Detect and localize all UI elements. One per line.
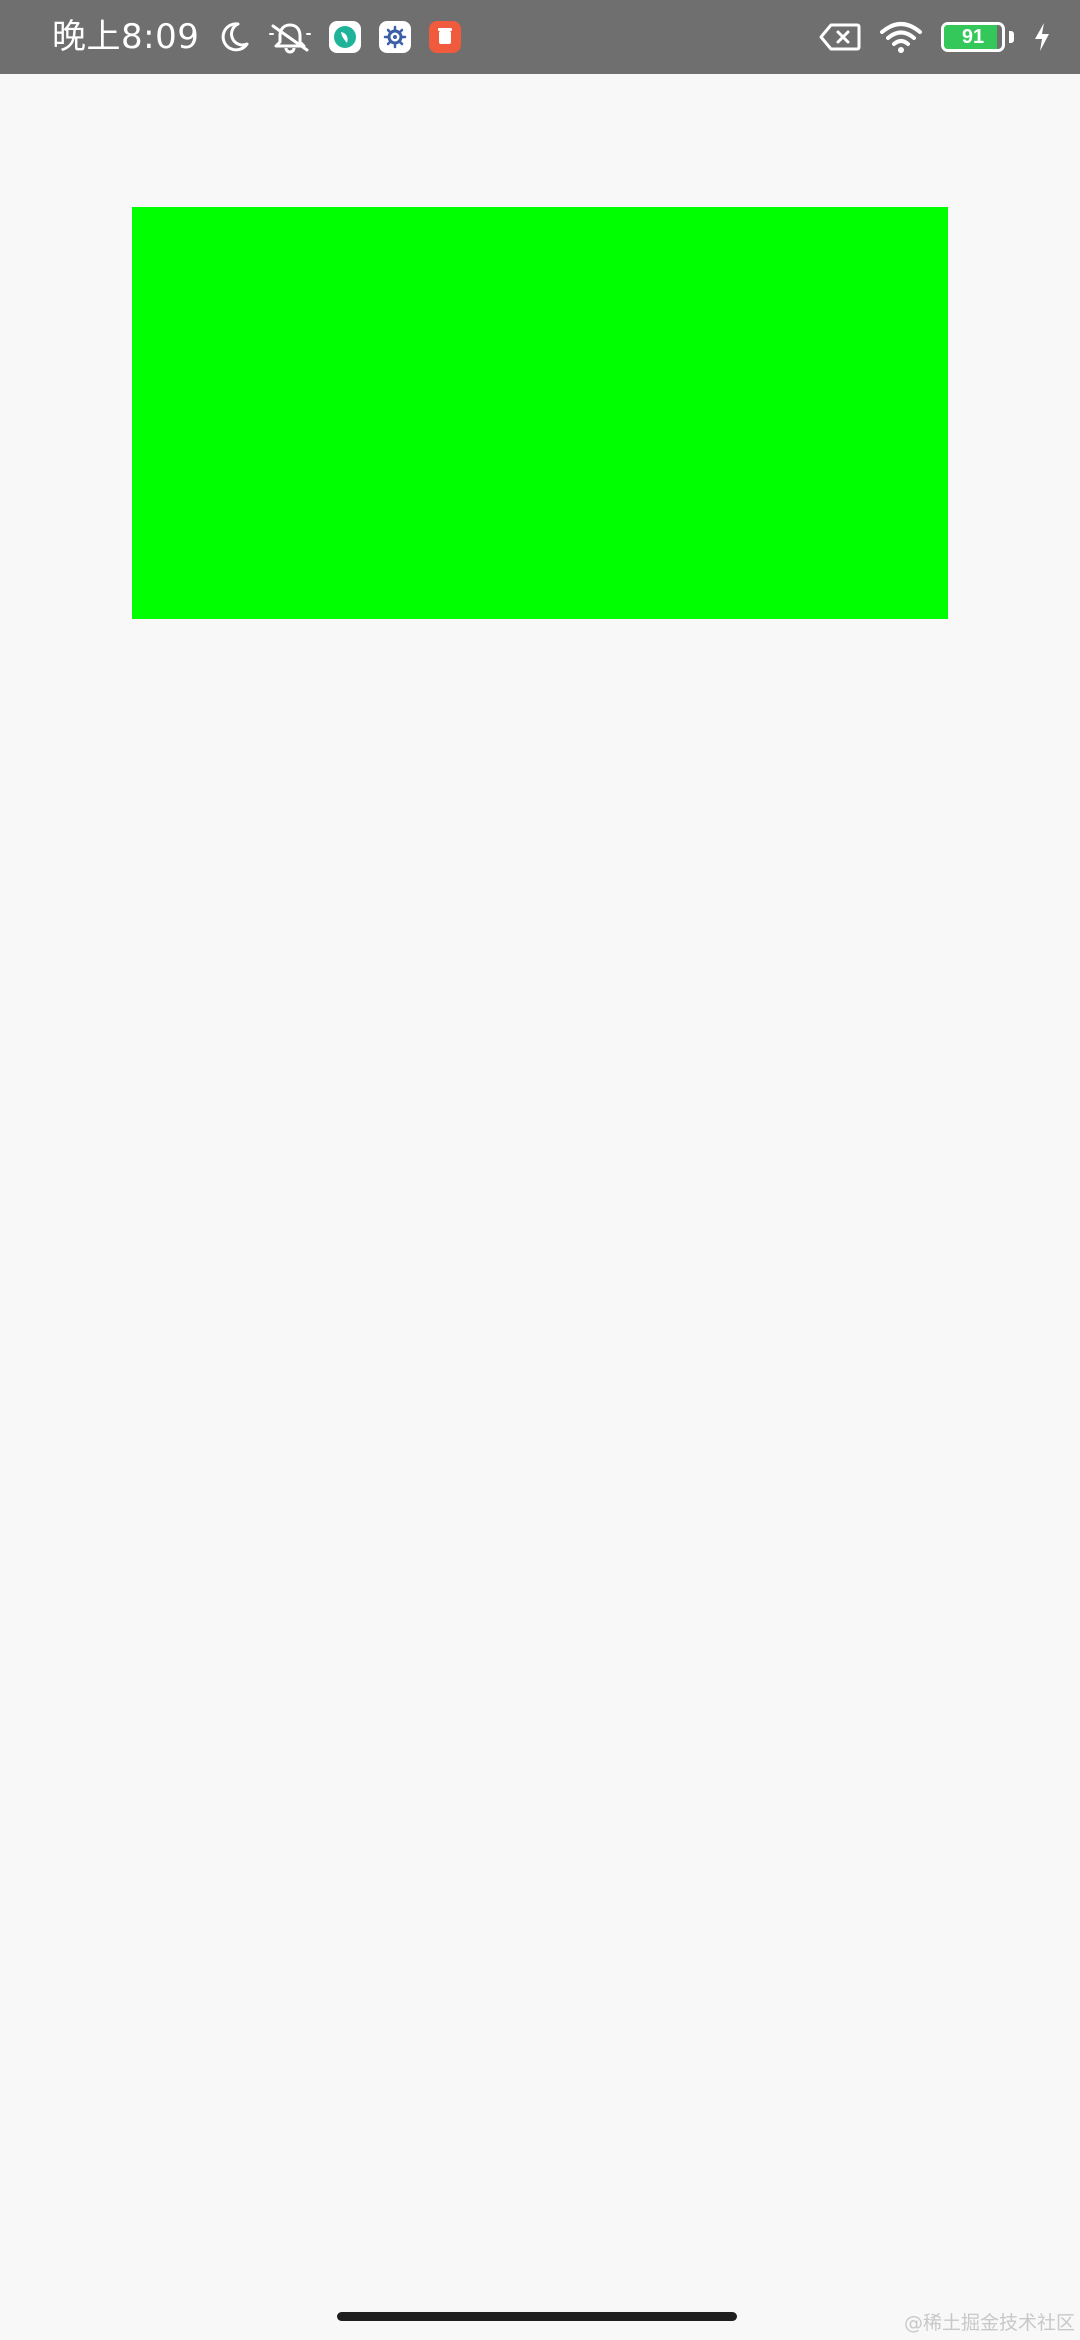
home-indicator[interactable] [337, 2312, 737, 2321]
silent-bell-icon [269, 20, 312, 54]
battery-icon: 91 [941, 22, 1005, 52]
battery-level-text: 91 [961, 26, 985, 48]
moon-icon [217, 20, 251, 54]
app-badge-green-icon [329, 21, 362, 53]
charging-bolt-icon [1032, 21, 1052, 53]
status-time: 晚上8:09 [52, 17, 200, 57]
status-left: 晚上8:09 [52, 17, 462, 57]
green-rectangle [132, 207, 948, 619]
app-screen: 晚上8:09 91 @稀土掘金技术社区 [0, 0, 1080, 2340]
sim-x-icon [819, 21, 861, 53]
watermark-text: @稀土掘金技术社区 [903, 2312, 1075, 2334]
app-badge-red-icon [429, 21, 462, 53]
app-badge-settings-icon [379, 21, 412, 53]
wifi-icon [879, 20, 923, 54]
battery-indicator: 91 [941, 22, 1005, 52]
status-bar: 晚上8:09 91 [0, 0, 1080, 74]
status-right: 91 [819, 20, 1052, 54]
battery-cap [1009, 31, 1014, 43]
